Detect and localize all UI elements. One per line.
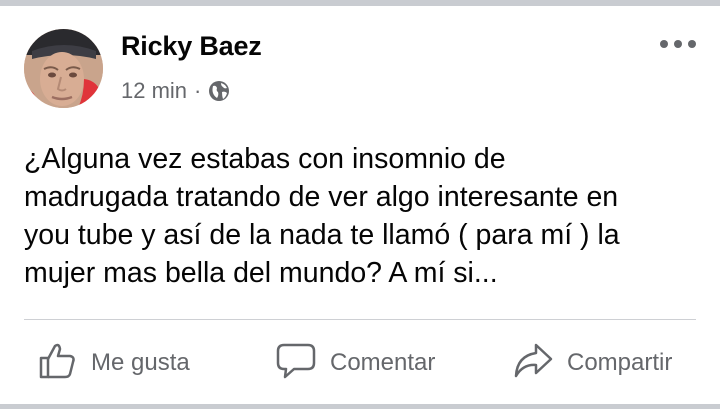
comment-label: Comentar [330,349,436,376]
actions-divider [24,319,696,320]
author-name[interactable]: Ricky Baez [121,31,262,62]
share-button[interactable]: Compartir [513,340,672,386]
comment-button[interactable]: Comentar [276,340,435,386]
feed-separator-top [0,0,720,6]
avatar[interactable] [24,29,103,108]
like-button[interactable]: Me gusta [37,340,190,386]
post-timestamp[interactable]: 12 min [121,78,187,104]
speech-bubble-icon [276,340,316,387]
post-meta: 12 min · [121,76,231,106]
globe-icon [207,79,231,103]
share-arrow-icon [513,340,553,387]
avatar-photo [24,29,103,108]
post-text: ¿Alguna vez estabas con insomnio de madr… [24,143,620,289]
more-options-icon[interactable] [660,34,696,54]
feed-separator-bottom [0,404,720,409]
thumbs-up-icon [37,340,77,387]
share-label: Compartir [567,349,673,376]
like-label: Me gusta [91,349,190,376]
meta-separator: · [194,78,202,103]
post-card: Ricky Baez 12 min · ¿Alguna vez estabas … [0,0,720,409]
